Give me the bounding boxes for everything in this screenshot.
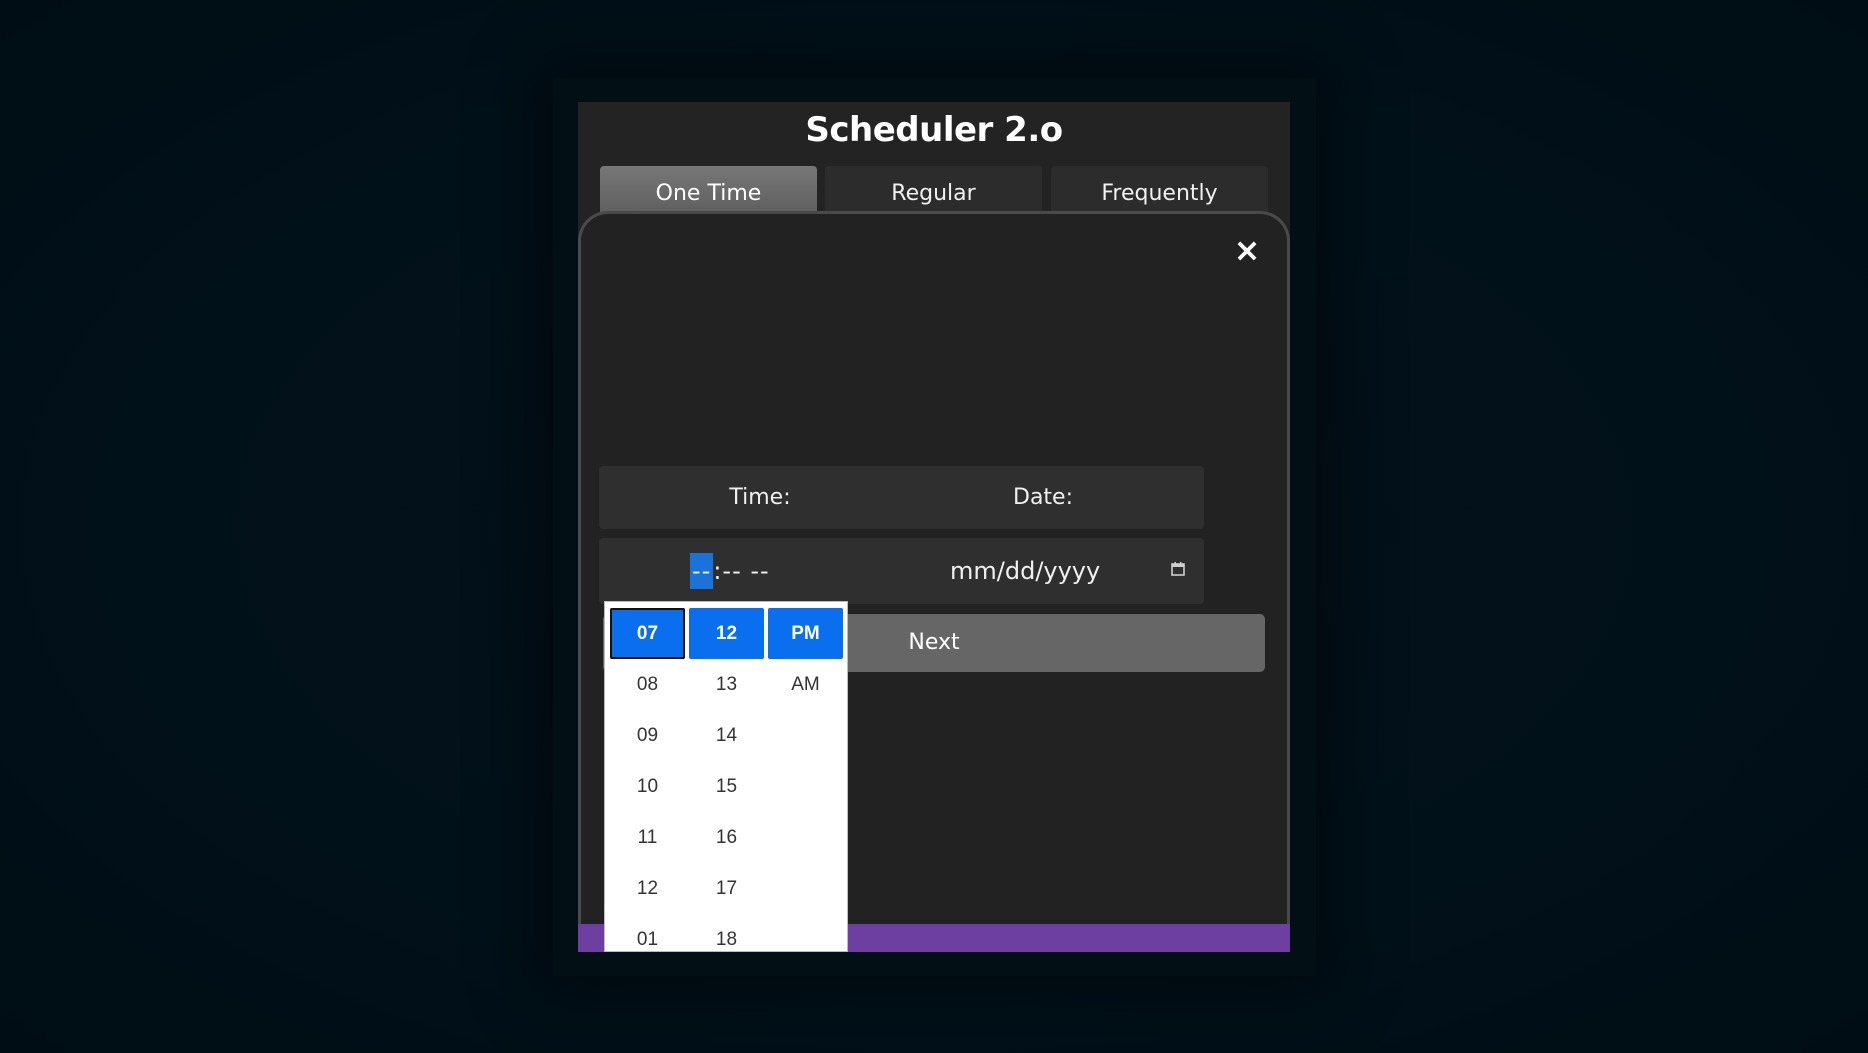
app-title: Scheduler 2.o: [805, 110, 1063, 150]
ampm-column: PM AM: [768, 608, 843, 710]
time-picker-dropdown: 07 08 09 10 11 12 01 12 13 14 15 16 17 1…: [604, 601, 848, 952]
hour-segment[interactable]: --: [690, 553, 714, 589]
hour-option[interactable]: 12: [610, 863, 685, 914]
tab-one-time[interactable]: One Time: [600, 166, 817, 216]
calendar-icon[interactable]: [1170, 561, 1186, 577]
date-input-placeholder: mm/dd/yyyy: [950, 557, 1101, 585]
minute-option[interactable]: 18: [689, 914, 764, 951]
hour-option[interactable]: 11: [610, 812, 685, 863]
hour-column: 07 08 09 10 11 12 01: [610, 608, 685, 951]
date-label: Date:: [882, 466, 1204, 529]
minute-column: 12 13 14 15 16 17 18: [689, 608, 764, 951]
hour-option[interactable]: 09: [610, 710, 685, 761]
tab-frequently[interactable]: Frequently: [1051, 166, 1268, 216]
hour-option[interactable]: 07: [610, 608, 685, 659]
ampm-option-am[interactable]: AM: [768, 659, 843, 710]
time-input[interactable]: --:-- --: [599, 538, 921, 604]
close-icon[interactable]: ×: [1229, 232, 1265, 268]
minute-option[interactable]: 14: [689, 710, 764, 761]
minute-option[interactable]: 17: [689, 863, 764, 914]
tab-regular[interactable]: Regular: [825, 166, 1042, 216]
time-label: Time:: [599, 466, 921, 529]
ampm-option-pm[interactable]: PM: [768, 608, 843, 659]
time-input-value: --:-- --: [690, 538, 770, 604]
minute-option[interactable]: 12: [689, 608, 764, 659]
minute-option[interactable]: 15: [689, 761, 764, 812]
time-rest-segments: :-- --: [713, 557, 770, 585]
date-input[interactable]: mm/dd/yyyy: [882, 538, 1204, 604]
page: Scheduler 2.o One Time Regular Frequentl…: [0, 0, 1868, 1053]
hour-option[interactable]: 08: [610, 659, 685, 710]
hour-option[interactable]: 10: [610, 761, 685, 812]
minute-option[interactable]: 16: [689, 812, 764, 863]
minute-option[interactable]: 13: [689, 659, 764, 710]
hour-option[interactable]: 01: [610, 914, 685, 951]
tab-bar: One Time Regular Frequently: [600, 166, 1268, 216]
